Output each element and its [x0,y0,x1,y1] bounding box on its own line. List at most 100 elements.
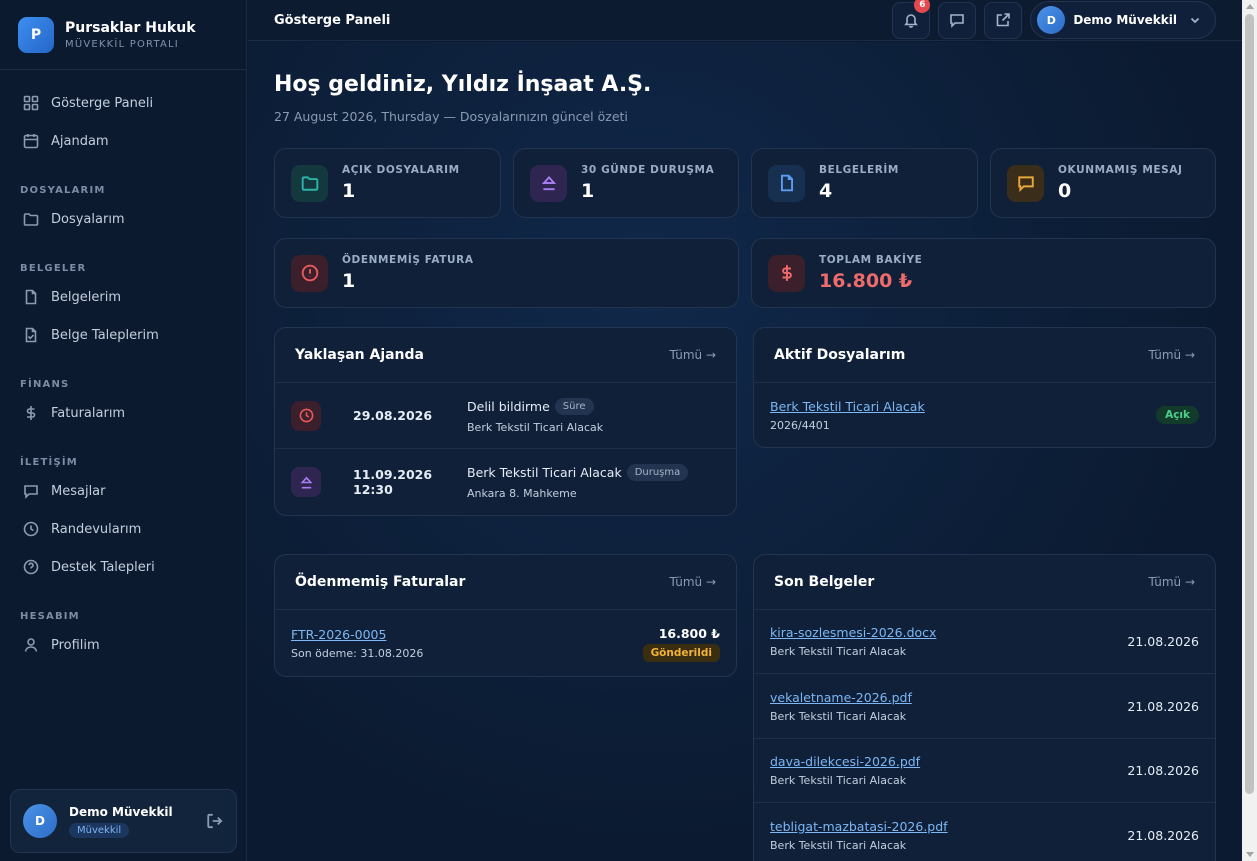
stat-icon-wrap [1007,164,1044,202]
user-role-badge: Müvekkil [69,822,130,838]
sidebar-section-title: BELGELER [20,263,87,274]
list-item: FTR-2026-0005 Son ödeme: 31.08.2026 16.8… [275,610,736,676]
user-icon [24,638,38,652]
file-number: 2026/4401 [770,418,830,432]
agenda-title: Berk Tekstil Ticari Alacak [467,465,622,480]
stat-label: ÖDENMEMİŞ FATURA [342,254,474,266]
stat-value: 16.800 ₺ [819,270,913,292]
sidebar-item-support[interactable]: Destek Talepleri [0,548,246,586]
sidebar-item-appointments[interactable]: Randevularım [0,510,246,548]
scroll-up-arrow[interactable] [1246,4,1254,9]
stat-icon-wrap [768,164,805,202]
page-scrollbar[interactable] [1242,0,1257,861]
list-item: Berk Tekstil Ticari Alacak 2026/4401 Açı… [754,383,1215,447]
dollar-icon [26,406,36,420]
brand-subtitle: MÜVEKKİL PORTALI [65,38,179,50]
calendar-icon [23,134,39,149]
stat-unread-messages[interactable]: OKUNMAMIŞ MESAJ 0 [990,148,1216,218]
sidebar-user-card: D Demo Müvekkil Müvekkil [10,789,237,853]
document-link[interactable]: kira-sozlesmesi-2026.docx [770,625,936,640]
sidebar-item-dashboard[interactable]: Gösterge Paneli [0,84,246,122]
stat-value: 1 [342,270,356,292]
sidebar-item-files[interactable]: Dosyalarım [0,200,246,238]
document-date: 21.08.2026 [1127,634,1199,649]
file-icon [25,289,37,305]
dollar-icon [781,265,792,281]
message-icon [950,14,965,28]
agenda-date: 11.09.2026 12:30 [353,467,433,497]
folder-icon [301,176,318,191]
brand-logo: P [18,16,54,53]
sidebar-item-label: Mesajlar [51,483,106,499]
grid-icon [23,95,39,111]
stat-icon-wrap [291,164,328,202]
sidebar: P Pursaklar Hukuk MÜVEKKİL PORTALI Göste… [0,0,247,861]
document-link[interactable]: tebligat-mazbatasi-2026.pdf [770,819,948,834]
sidebar-item-invoices[interactable]: Faturalarım [0,394,246,432]
notifications-button[interactable]: 6 [892,0,931,39]
sidebar-item-document-requests[interactable]: Belge Taleplerim [0,316,246,354]
messages-button[interactable] [938,1,977,39]
scrollbar-thumb[interactable] [1245,14,1254,794]
invoice-link[interactable]: FTR-2026-0005 [291,627,423,642]
stat-open-files[interactable]: AÇIK DOSYALARIM 1 [274,148,501,218]
help-icon [23,559,39,575]
agenda-item[interactable]: 29.08.2026 Delil bildirme Süre Berk Teks… [275,383,736,449]
sidebar-item-label: Dosyalarım [51,211,125,227]
card-title: Son Belgeler [774,574,875,590]
brand[interactable]: P Pursaklar Hukuk MÜVEKKİL PORTALI [0,0,246,70]
agenda-tag: Süre [554,397,594,415]
external-link-icon [997,13,1011,27]
invoices-view-all-link[interactable]: Tümü → [670,575,716,589]
document-link[interactable]: vekaletname-2026.pdf [770,690,912,705]
stat-value: 1 [581,180,595,202]
agenda-view-all-link[interactable]: Tümü → [670,348,716,362]
scroll-down-arrow[interactable] [1246,852,1254,857]
message-icon [1017,176,1034,192]
message-icon [24,485,38,499]
gavel-icon [541,175,556,191]
welcome-title: Hoş geldiniz, Yıldız İnşaat A.Ş. [274,72,652,97]
documents-card: Son Belgeler Tümü → kira-sozlesmesi-2026… [753,554,1216,861]
sidebar-item-documents[interactable]: Belgelerim [0,278,246,316]
invoice-amount: 16.800 ₺ [658,626,720,641]
logout-icon[interactable] [206,812,224,830]
stat-label: BELGELERİM [819,164,899,176]
file-link[interactable]: Berk Tekstil Ticari Alacak [770,399,925,414]
agenda-date: 29.08.2026 [353,408,433,423]
file-icon [780,174,793,192]
sidebar-nav: Gösterge Paneli Ajandam DOSYALARIM Dosya… [0,70,246,664]
sidebar-item-label: Belgelerim [51,289,122,305]
agenda-title: Delil bildirme [467,398,550,414]
stat-total-balance[interactable]: TOPLAM BAKİYE 16.800 ₺ [751,238,1216,308]
user-menu-button[interactable]: D Demo Müvekkil [1030,1,1216,39]
document-link[interactable]: dava-dilekcesi-2026.pdf [770,754,920,769]
stat-hearings[interactable]: 30 GÜNDE DURUŞMA 1 [513,148,739,218]
sidebar-item-agenda[interactable]: Ajandam [0,122,246,160]
stat-label: TOPLAM BAKİYE [819,254,923,266]
sidebar-item-messages[interactable]: Mesajlar [0,472,246,510]
external-link-button[interactable] [984,1,1023,39]
list-item: dava-dilekcesi-2026.pdf Berk Tekstil Tic… [754,739,1215,803]
sidebar-item-label: Ajandam [51,133,109,149]
sidebar-item-profile[interactable]: Profilim [0,626,246,664]
sidebar-item-label: Faturalarım [51,405,126,421]
stat-documents[interactable]: BELGELERİM 4 [751,148,978,218]
list-item: vekaletname-2026.pdf Berk Tekstil Ticari… [754,674,1215,739]
document-case: Berk Tekstil Ticari Alacak [770,709,907,723]
sidebar-item-label: Belge Taleplerim [51,327,159,343]
stat-unpaid-invoices[interactable]: ÖDENMEMİŞ FATURA 1 [274,238,739,308]
folder-icon [23,213,39,226]
chevron-down-icon [1190,17,1200,24]
active-files-view-all-link[interactable]: Tümü → [1149,348,1195,362]
stat-icon-wrap [768,254,805,292]
document-case: Berk Tekstil Ticari Alacak [770,645,907,658]
stat-value: 4 [819,180,833,202]
avatar: D [1037,6,1066,34]
agenda-icon-wrap [291,467,321,497]
page-title: Gösterge Paneli [274,12,391,28]
card-title: Aktif Dosyalarım [774,347,906,363]
agenda-item[interactable]: 11.09.2026 12:30 Berk Tekstil Ticari Ala… [275,449,736,515]
documents-view-all-link[interactable]: Tümü → [1149,575,1195,589]
sidebar-item-label: Randevularım [51,521,142,537]
